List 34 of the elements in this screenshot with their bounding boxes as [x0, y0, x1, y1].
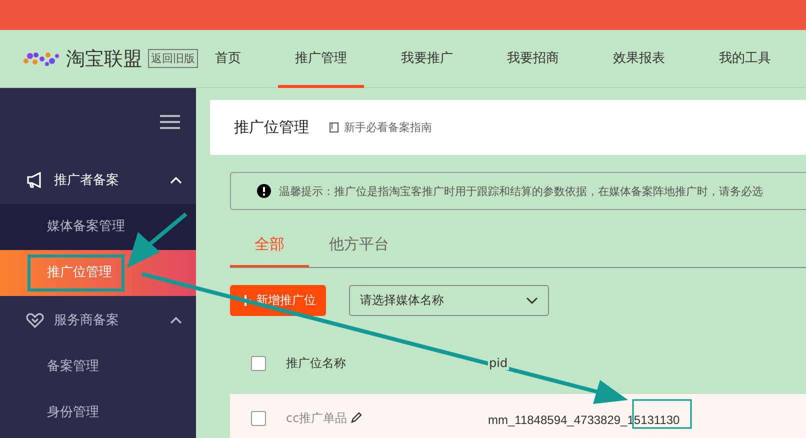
edit-icon[interactable]	[350, 412, 362, 424]
checkbox[interactable]	[250, 410, 266, 426]
megaphone-icon	[26, 172, 44, 188]
table-cell: cc推广单品	[286, 410, 348, 426]
sidebar-group[interactable]: 推广者备案	[0, 156, 196, 204]
old-version-button[interactable]: 返回旧版	[148, 49, 198, 68]
arrow	[127, 212, 188, 268]
nav-item[interactable]: 首页	[198, 30, 258, 88]
chevron-icon	[170, 176, 182, 184]
sidebar-group[interactable]: 服务商备案	[0, 296, 196, 344]
checkbox[interactable]	[250, 356, 266, 370]
chevron-icon	[170, 316, 182, 324]
notice-text: 温馨提示：推广位是指淘宝客推广时用于跟踪和结算的参数依据，在媒体备案阵地推广时，请务必选	[279, 184, 763, 198]
tab[interactable]: 他方平台	[309, 222, 404, 267]
nav-item[interactable]: 效果报表	[596, 30, 682, 88]
page-title: 推广位管理	[234, 118, 309, 137]
sidebar-item[interactable]: 备案管理	[0, 344, 196, 390]
warning-icon	[257, 184, 271, 198]
book-icon	[329, 122, 339, 133]
nav-item[interactable]: 我的工具	[702, 30, 788, 88]
logo-icon	[22, 50, 60, 66]
column-header: 推广位名称	[286, 354, 347, 372]
chevron-down-icon	[526, 296, 538, 304]
column-header: pid	[488, 356, 509, 370]
nav-item[interactable]: 推广管理	[278, 30, 364, 88]
nav-item[interactable]: 我要招商	[490, 30, 576, 88]
handshake-icon	[26, 312, 44, 328]
guide-link[interactable]: 新手必看备案指南	[329, 120, 432, 135]
nav-item[interactable]: 我要推广	[384, 30, 470, 88]
sidebar-item[interactable]: 媒体备案管理	[0, 204, 196, 250]
media-select[interactable]: 请选择媒体名称	[349, 285, 549, 316]
logo-text: 淘宝联盟	[66, 46, 142, 72]
menu-icon[interactable]	[160, 115, 180, 129]
sidebar-item[interactable]: 身份管理	[0, 390, 196, 436]
